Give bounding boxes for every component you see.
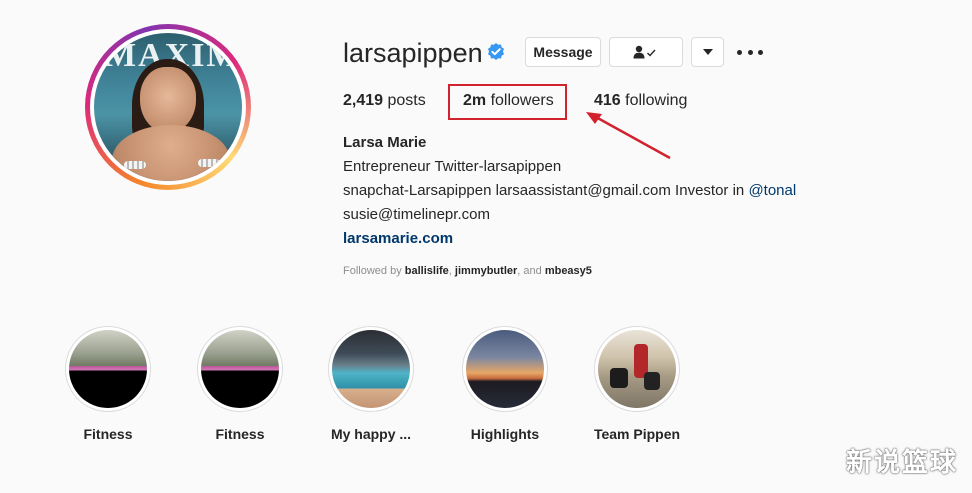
- posts-count: 2,419 posts: [343, 92, 426, 110]
- verified-badge-icon: [488, 43, 504, 60]
- highlight-thumbnail: [598, 330, 676, 408]
- highlight-label: Highlights: [470, 426, 540, 442]
- followed-by-prefix: Followed by: [343, 265, 405, 277]
- annotation-arrow-icon: [586, 112, 671, 160]
- highlight-label: Team Pippen: [593, 426, 681, 442]
- annotation-highlight-box: [448, 84, 567, 120]
- chevron-down-icon: [702, 49, 713, 55]
- highlight-item[interactable]: Team Pippen: [592, 326, 682, 442]
- highlight-item[interactable]: Fitness: [195, 326, 285, 442]
- profile-username: larsapippen: [343, 38, 483, 68]
- bio-website-link[interactable]: larsamarie.com: [343, 230, 453, 247]
- highlight-thumbnail: [466, 330, 544, 408]
- highlight-thumbnail: [201, 330, 279, 408]
- message-button[interactable]: Message: [525, 37, 601, 67]
- following-button[interactable]: [609, 37, 683, 67]
- following-label: following: [625, 92, 688, 109]
- highlight-thumbnail: [69, 330, 147, 408]
- highlight-label: Fitness: [83, 426, 133, 442]
- posts-label: posts: [387, 92, 426, 109]
- followed-by-user: mbeasy5: [544, 265, 592, 277]
- highlight-item[interactable]: Fitness: [63, 326, 153, 442]
- avatar-image: MAXIM: [94, 33, 242, 181]
- person-check-icon: [633, 45, 656, 59]
- bio-line-2-text: snapchat-Larsapippen larsaassistant@gmai…: [343, 182, 749, 199]
- following-number: 416: [594, 92, 621, 109]
- bio-full-name: Larsa Marie: [343, 134, 427, 151]
- suggested-dropdown-button[interactable]: [691, 37, 724, 67]
- highlight-item[interactable]: Highlights: [460, 326, 550, 442]
- highlight-label: Fitness: [215, 426, 265, 442]
- followed-by[interactable]: Followed by ballislife, jimmybutler, and…: [343, 265, 592, 277]
- watermark-text: 新说篮球: [845, 448, 958, 478]
- more-options-icon[interactable]: [737, 44, 763, 60]
- followed-by-user: jimmybutler: [454, 265, 518, 277]
- highlight-item[interactable]: My happy ...: [326, 326, 416, 442]
- highlight-label: My happy ...: [330, 426, 412, 442]
- posts-number: 2,419: [343, 92, 384, 109]
- followed-by-separator: , and: [517, 265, 545, 277]
- bio-line-2: snapchat-Larsapippen larsaassistant@gmai…: [343, 182, 796, 199]
- bio-line-3: susie@timelinepr.com: [343, 206, 490, 223]
- profile-avatar[interactable]: MAXIM: [85, 24, 251, 190]
- followed-by-user: ballislife: [404, 265, 449, 277]
- mention-link-tonal[interactable]: @tonal: [748, 182, 796, 199]
- highlight-thumbnail: [332, 330, 410, 408]
- bio-line-1: Entrepreneur Twitter-larsapippen: [343, 158, 562, 175]
